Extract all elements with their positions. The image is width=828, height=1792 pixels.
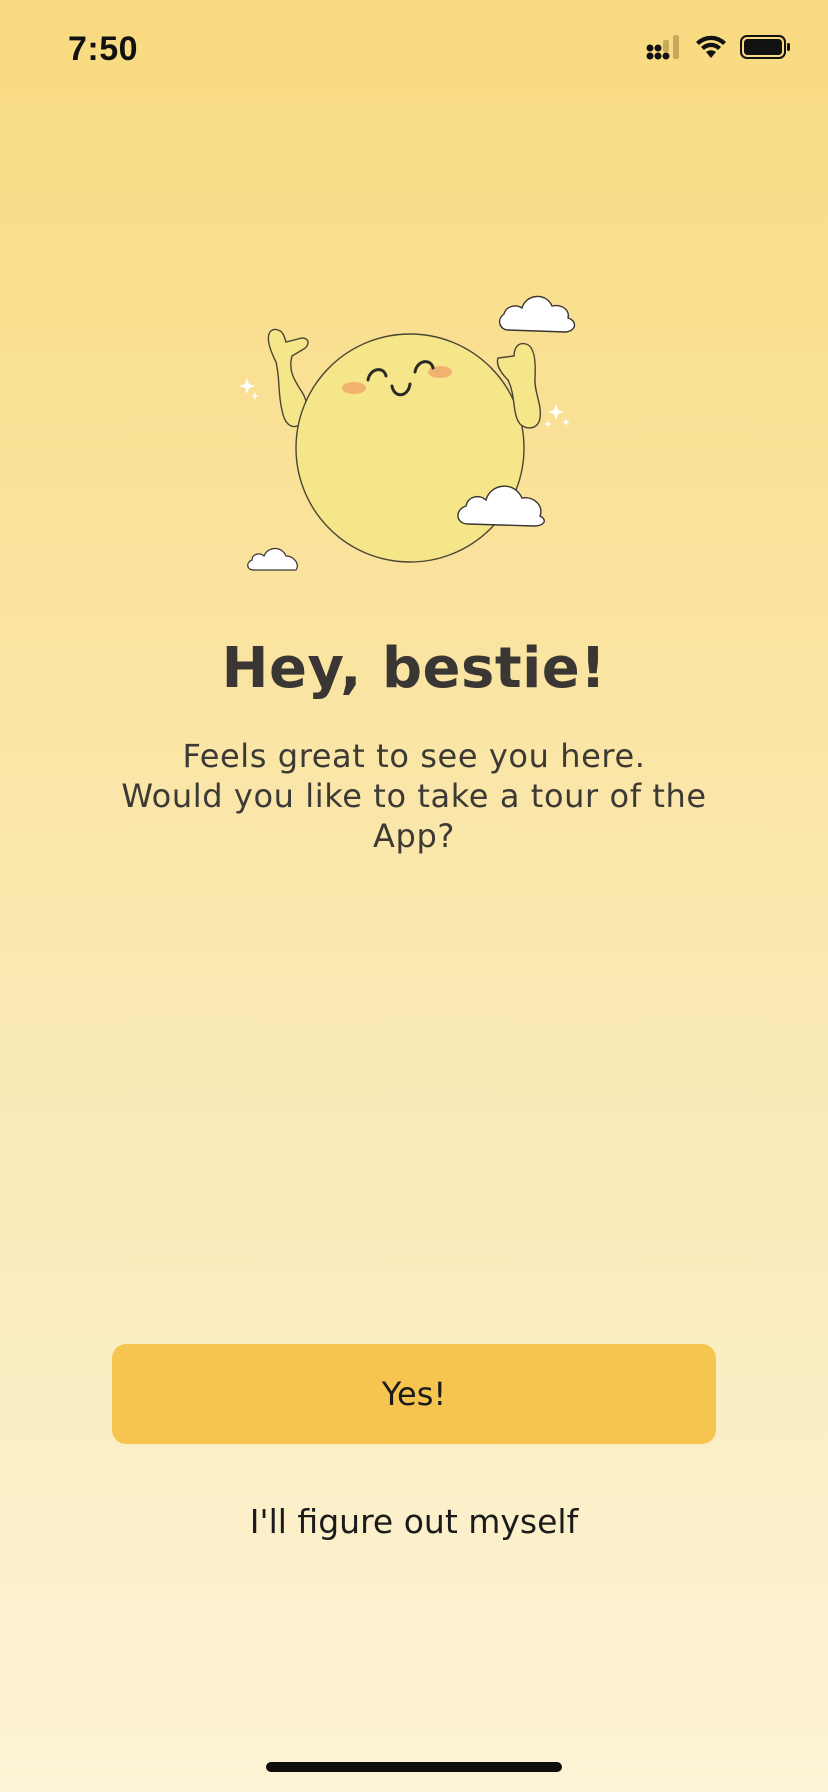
- status-icons: [646, 34, 792, 60]
- left-cheek: [342, 382, 366, 394]
- welcome-message-line: Feels great to see you here.: [182, 737, 646, 775]
- home-indicator[interactable]: [266, 1762, 562, 1772]
- status-time: 7:50: [68, 30, 139, 68]
- sparkle-icon: [544, 404, 570, 428]
- page-title: Hey, bestie!: [221, 636, 607, 701]
- cloud-icon: [498, 295, 576, 333]
- welcome-message-line: App?: [373, 817, 455, 855]
- skip-tour-link[interactable]: I'll figure out myself: [0, 1502, 828, 1541]
- battery-icon: [740, 35, 790, 59]
- hero-illustration: [239, 295, 576, 571]
- start-tour-button[interactable]: Yes!: [112, 1344, 716, 1444]
- welcome-message: Feels great to see you here. Would you l…: [114, 736, 714, 856]
- cellular-signal-icon: [646, 35, 679, 60]
- status-bar: 7:50: [0, 0, 828, 100]
- start-tour-button-label: Yes!: [381, 1375, 447, 1413]
- sun-body: [295, 333, 525, 563]
- cloud-icon: [247, 547, 298, 571]
- sparkle-icon: [239, 378, 259, 400]
- wifi-icon: [696, 35, 726, 58]
- welcome-message-line: Would you like to take a tour of the: [121, 777, 707, 815]
